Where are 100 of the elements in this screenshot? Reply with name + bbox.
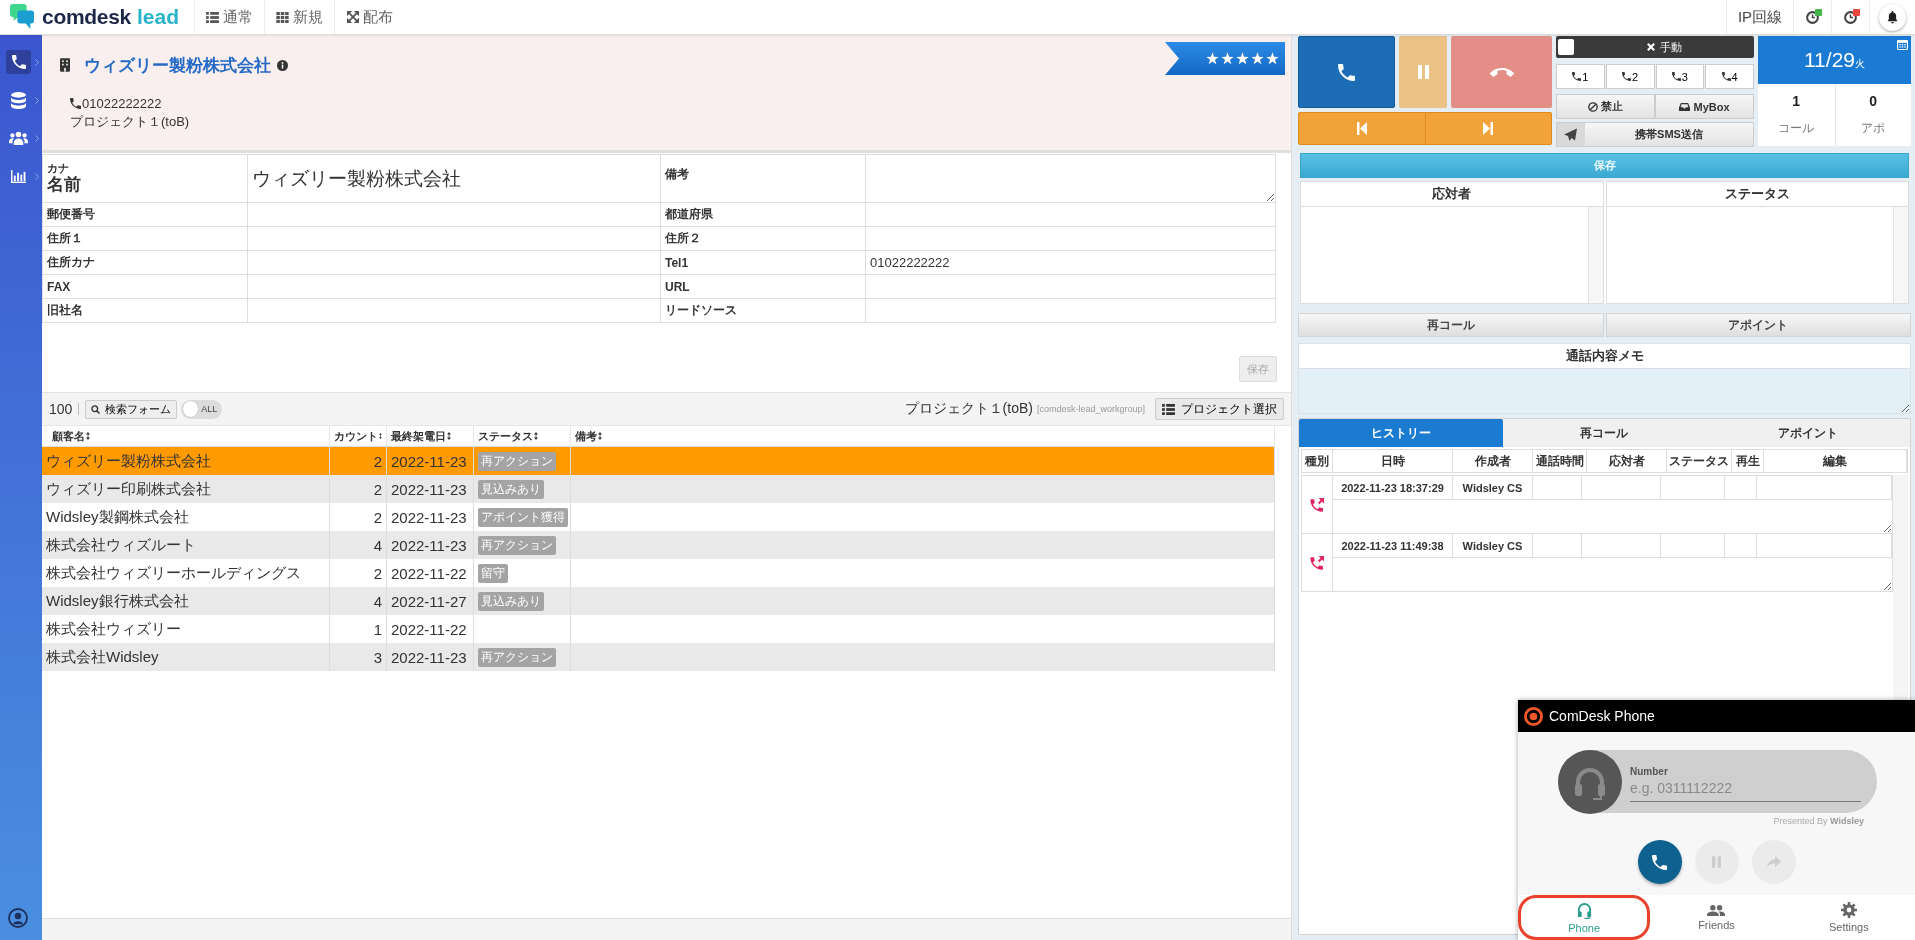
column-header[interactable]: ステータス [474, 426, 571, 446]
phone-icon [70, 97, 81, 109]
next-button[interactable] [1425, 112, 1552, 145]
column-header: 種別 [1302, 450, 1333, 472]
star-icon [1251, 52, 1264, 65]
number-input-panel[interactable]: Number e.g. 0311112222 [1558, 750, 1877, 813]
memo-field[interactable] [1299, 369, 1910, 413]
headset-avatar-icon [1558, 749, 1622, 814]
list-row[interactable]: 株式会社Widsley 3 2022-11-23 再アクション [42, 643, 1275, 671]
nav-tab[interactable]: 配布 [334, 0, 404, 34]
weekday-text: 火 [1855, 58, 1865, 71]
field-label: 住所２ [661, 227, 866, 251]
all-toggle[interactable]: ALL [181, 399, 223, 419]
status-tag: 留守 [478, 563, 508, 583]
manual-button[interactable]: 手動 [1574, 36, 1754, 58]
stat-label: コール [1778, 120, 1815, 137]
column-header[interactable]: 顧客名 [42, 426, 330, 446]
timer-button[interactable] [1831, 0, 1869, 34]
database-icon [11, 91, 26, 109]
hold-button[interactable] [1399, 36, 1447, 108]
pause-icon [1417, 65, 1429, 79]
clock-icon [1844, 10, 1857, 24]
mybox-button[interactable]: MyBox [1655, 94, 1754, 119]
account-button[interactable] [6, 906, 30, 930]
action-button[interactable]: アポイント [1605, 313, 1911, 337]
nav-tab[interactable]: Settings [1782, 895, 1915, 940]
field-label: 名前 [47, 174, 81, 195]
field-label: 住所カナ [43, 251, 248, 275]
outgoing-call-icon [1310, 555, 1324, 570]
sidebar-button[interactable] [6, 50, 31, 74]
manual-checkbox[interactable] [1558, 39, 1574, 55]
product-name: lead [136, 5, 179, 29]
chevron-icon [35, 96, 39, 104]
call-button[interactable] [1637, 840, 1682, 884]
project-name: プロジェクト１(toB) [70, 113, 191, 131]
previous-button[interactable] [1298, 112, 1426, 145]
input-field[interactable] [248, 227, 661, 251]
stat-value: 0 [1869, 93, 1878, 109]
stat-value: 1 [1792, 93, 1801, 109]
line-button[interactable]: 3 [1655, 64, 1705, 89]
nav-tab[interactable]: Friends [1650, 895, 1783, 940]
hang-up-icon [1489, 67, 1514, 77]
input-field[interactable] [866, 299, 1276, 323]
history-row[interactable]: 2022-11-23 11:49:38 Widsley CS [1301, 534, 1893, 592]
number-field[interactable]: e.g. 0311112222 [1630, 776, 1861, 802]
line-button[interactable]: 1 [1556, 64, 1605, 89]
nav-tab[interactable]: Phone [1518, 895, 1651, 940]
list-row[interactable]: ウィズリー印刷株式会社 2 2022-11-23 見込みあり [42, 475, 1275, 503]
sms-button[interactable]: 携帯SMS送信 [1556, 122, 1754, 147]
input-field[interactable] [866, 227, 1276, 251]
search-form-button[interactable]: 検索フォーム [85, 399, 178, 419]
project-name: プロジェクト１(toB) [904, 400, 1033, 418]
history-tab[interactable]: アポイント [1706, 419, 1910, 447]
notification-button[interactable] [1879, 3, 1906, 31]
input-field[interactable] [248, 251, 661, 275]
line-button[interactable]: 4 [1705, 64, 1754, 89]
hang-up-button[interactable] [1451, 36, 1552, 108]
input-field[interactable] [866, 275, 1276, 299]
star-icon [1236, 52, 1249, 65]
nav-tab[interactable]: 新規 [264, 0, 334, 34]
status-tag: 再アクション [478, 647, 556, 667]
table-cell: 3 [330, 643, 387, 671]
list-row[interactable]: 株式会社ウィズルート 4 2022-11-23 再アクション [42, 531, 1275, 559]
timer-button[interactable] [1793, 0, 1831, 34]
column-header[interactable]: 最終架電日 [387, 426, 474, 446]
bar-chart-icon [11, 169, 26, 183]
field-label: リードソース [661, 299, 866, 323]
list-row[interactable]: Widsley銀行株式会社 4 2022-11-27 見込みあり [42, 587, 1275, 615]
nav-tab[interactable]: 通常 [194, 0, 264, 34]
column-header: 再生 [1732, 450, 1764, 472]
phone-icon [1572, 72, 1582, 81]
input-field[interactable] [866, 203, 1276, 227]
brand-name: comdesk [42, 5, 131, 29]
line-button[interactable]: 2 [1605, 64, 1655, 89]
history-row[interactable]: 2022-11-23 18:37:29 Widsley CS [1301, 475, 1893, 534]
column-header: 作成者 [1453, 450, 1533, 472]
input-field[interactable]: 01022222222 [866, 251, 1276, 275]
date-text: 11/29 [1804, 48, 1855, 72]
company-name[interactable]: ウィズリー製粉株式会社 [84, 53, 271, 77]
pause-icon [1712, 856, 1721, 868]
bell-icon [1887, 10, 1898, 24]
input-field[interactable] [248, 275, 661, 299]
column-header[interactable]: 備考 [571, 426, 1275, 446]
info-icon [277, 59, 288, 71]
list-icon [1162, 403, 1175, 415]
action-button[interactable]: 再コール [1298, 313, 1604, 337]
field-label: 都道府県 [661, 203, 866, 227]
chevron-icon [35, 172, 39, 180]
status-tag: 再アクション [478, 535, 556, 555]
input-field[interactable] [248, 299, 661, 323]
input-field[interactable] [248, 203, 661, 227]
history-tab[interactable]: 再コール [1502, 419, 1707, 447]
input-field[interactable]: ウィズリー製粉株式会社 [248, 155, 661, 203]
project-select-button[interactable]: プロジェクト選択 [1155, 398, 1284, 420]
line-type-button[interactable]: IP回線 [1726, 0, 1793, 34]
credit-text: Presented By Widsley [1773, 816, 1864, 826]
column-header[interactable]: カウント [330, 426, 387, 446]
list-row[interactable]: ウィズリー製粉株式会社 2 2022-11-23 再アクション [42, 447, 1275, 475]
block-button[interactable]: 禁止 [1556, 94, 1655, 119]
history-tab[interactable]: ヒストリー [1299, 419, 1503, 447]
